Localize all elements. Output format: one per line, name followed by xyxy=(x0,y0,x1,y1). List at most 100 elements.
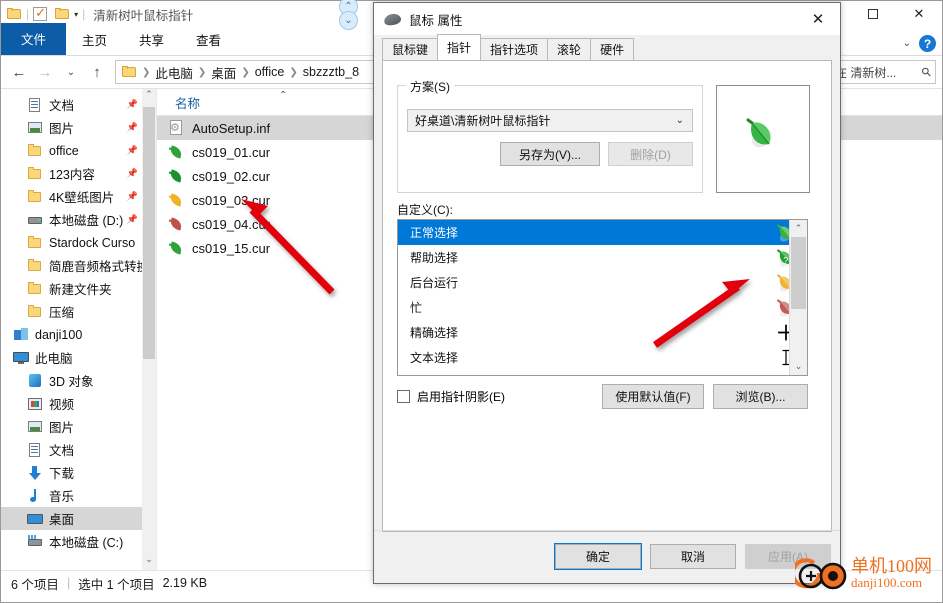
cursor-list-scrollbar[interactable]: ⌃ ⌄ xyxy=(789,220,807,375)
disk-icon xyxy=(27,213,43,227)
file-name: cs019_02.cur xyxy=(192,168,271,184)
cursor-list-row[interactable]: 后台运行 xyxy=(398,270,807,295)
dialog-close-button[interactable]: ✕ xyxy=(796,3,840,34)
pin-icon[interactable]: 📌 xyxy=(127,145,138,156)
save-as-button[interactable]: 另存为(V)... xyxy=(500,142,600,166)
nav-item-16[interactable]: 下载 xyxy=(1,461,156,484)
cancel-button[interactable]: 取消 xyxy=(650,544,736,569)
desktop-icon xyxy=(27,512,43,526)
scheme-combobox[interactable]: 好桌道\清新树叶鼠标指针 ⌄ xyxy=(407,109,693,132)
new-folder-icon[interactable] xyxy=(55,8,70,20)
pin-icon[interactable]: 📌 xyxy=(127,99,138,110)
nav-pane-scrollbar[interactable]: ⌃ ⌄ xyxy=(142,89,156,570)
ribbon-collapse-icon[interactable]: ⌄ xyxy=(903,38,911,49)
nav-item-label: 简鹿音频格式转换 xyxy=(49,260,150,274)
window-title: 清新树叶鼠标指针 xyxy=(93,8,194,23)
scrollbar-thumb[interactable] xyxy=(791,237,806,309)
nav-item-14[interactable]: 图片 xyxy=(1,415,156,438)
enable-pointer-shadow-row[interactable]: 启用指针阴影(E) xyxy=(397,388,505,405)
nav-item-17[interactable]: 音乐 xyxy=(1,484,156,507)
nav-item-18[interactable]: 桌面 xyxy=(1,507,156,530)
nav-item-0[interactable]: 文档 📌 xyxy=(1,93,156,116)
nav-item-10[interactable]: danji100 xyxy=(1,323,156,346)
properties-checkbox-icon[interactable] xyxy=(33,5,48,21)
tab-0[interactable]: 鼠标键 xyxy=(382,38,439,60)
nav-item-6[interactable]: Stardock Curso xyxy=(1,231,156,254)
ribbon-tab-home[interactable]: 主页 xyxy=(66,25,123,55)
breadcrumb-item-0[interactable]: 此电脑 xyxy=(155,63,193,82)
nav-item-8[interactable]: 新建文件夹 xyxy=(1,277,156,300)
cursor-leaf-icon xyxy=(168,168,184,184)
cursor-list[interactable]: 正常选择 帮助选择? 后台运行忙精确选择文本选择 ⌃ ⌄ xyxy=(397,219,808,376)
recent-locations-button[interactable]: ⌄ xyxy=(59,60,83,84)
cursor-list-row[interactable]: 正常选择 xyxy=(398,220,807,245)
tab-3[interactable]: 滚轮 xyxy=(547,38,592,60)
help-icon[interactable]: ? xyxy=(919,35,936,52)
nav-item-15[interactable]: 文档 xyxy=(1,438,156,461)
search-input[interactable]: 在 清新树... ⚲ xyxy=(830,60,936,84)
breadcrumb-item-1[interactable]: 桌面 xyxy=(211,63,236,82)
maximize-button[interactable] xyxy=(850,1,896,27)
pin-icon[interactable]: 📌 xyxy=(127,214,138,225)
nav-item-label: 压缩 xyxy=(49,306,75,320)
nav-item-19[interactable]: 本地磁盘 (C:) xyxy=(1,530,156,553)
ribbon-tab-share[interactable]: 共享 xyxy=(123,25,180,55)
file-name: cs019_01.cur xyxy=(192,144,271,160)
nav-item-13[interactable]: 视频 xyxy=(1,392,156,415)
pin-icon[interactable]: 📌 xyxy=(127,122,138,133)
chevron-down-icon: ⌄ xyxy=(675,115,684,126)
nav-item-4[interactable]: 4K壁纸图片 📌 xyxy=(1,185,156,208)
tab-4[interactable]: 硬件 xyxy=(590,38,635,60)
dropdown-caret-icon[interactable]: ▾ xyxy=(74,10,78,19)
cursor-list-row[interactable]: 文本选择 xyxy=(398,345,807,370)
tab-1[interactable]: 指针 xyxy=(437,34,482,60)
scroll-down-icon[interactable]: ⌄ xyxy=(143,554,155,570)
cursor-list-row[interactable]: 忙 xyxy=(398,295,807,320)
folder-icon[interactable] xyxy=(7,8,22,20)
cursor-role-label: 精确选择 xyxy=(410,326,459,340)
browse-button[interactable]: 浏览(B)... xyxy=(713,384,808,409)
up-button[interactable]: ↑ xyxy=(85,60,109,84)
search-value: 在 清新树... xyxy=(835,65,897,80)
nav-item-12[interactable]: 3D 对象 xyxy=(1,369,156,392)
close-icon: ✕ xyxy=(811,10,825,28)
pin-icon[interactable]: 📌 xyxy=(127,168,138,179)
column-header-label: 名称 xyxy=(175,96,201,111)
sync-badge-icon: ⌄ xyxy=(339,11,358,30)
nav-item-9[interactable]: 压缩 xyxy=(1,300,156,323)
close-button[interactable]: ✕ xyxy=(896,1,942,27)
navigation-list: 文档 📌 图片 📌 office 📌 123内容 📌 4K壁纸图片 📌 本地磁盘 (D:) 📌 Star… xyxy=(1,89,156,553)
nav-item-label: 图片 xyxy=(49,122,75,136)
maximize-icon xyxy=(868,9,878,19)
breadcrumb-item-2[interactable]: office xyxy=(255,65,285,79)
nav-item-5[interactable]: 本地磁盘 (D:) 📌 xyxy=(1,208,156,231)
breadcrumb-item-3[interactable]: sbzzztb_8 xyxy=(303,65,359,79)
enable-pointer-shadow-checkbox[interactable] xyxy=(397,390,410,403)
scrollbar-thumb[interactable] xyxy=(143,107,155,359)
nav-item-label: 本地磁盘 (D:) xyxy=(49,214,124,228)
forward-button[interactable]: → xyxy=(33,60,57,84)
use-default-button[interactable]: 使用默认值(F) xyxy=(602,384,704,409)
nav-item-11[interactable]: 此电脑 xyxy=(1,346,156,369)
videos-icon xyxy=(27,397,43,411)
nav-item-label: 图片 xyxy=(49,421,75,435)
pictures-icon xyxy=(27,121,43,135)
cursor-list-row[interactable]: 帮助选择? xyxy=(398,245,807,270)
ok-button[interactable]: 确定 xyxy=(554,543,642,570)
nav-item-7[interactable]: 简鹿音频格式转换 xyxy=(1,254,156,277)
back-button[interactable]: ← xyxy=(7,60,31,84)
tab-2[interactable]: 指针选项 xyxy=(480,38,549,60)
folder-icon xyxy=(27,143,43,158)
nav-item-3[interactable]: 123内容 📌 xyxy=(1,162,156,185)
nav-item-1[interactable]: 图片 📌 xyxy=(1,116,156,139)
ribbon-tab-view[interactable]: 查看 xyxy=(180,25,237,55)
nav-item-2[interactable]: office 📌 xyxy=(1,139,156,162)
scroll-up-icon[interactable]: ⌃ xyxy=(790,220,807,237)
scroll-up-icon[interactable]: ⌃ xyxy=(143,89,155,105)
pin-icon[interactable]: 📌 xyxy=(127,191,138,202)
ribbon-tab-file[interactable]: 文件 xyxy=(1,23,67,55)
cursor-role-label: 后台运行 xyxy=(410,276,459,290)
cursor-list-row[interactable]: 精确选择 xyxy=(398,320,807,345)
scroll-down-icon[interactable]: ⌄ xyxy=(790,358,807,375)
downloads-icon xyxy=(27,465,43,480)
